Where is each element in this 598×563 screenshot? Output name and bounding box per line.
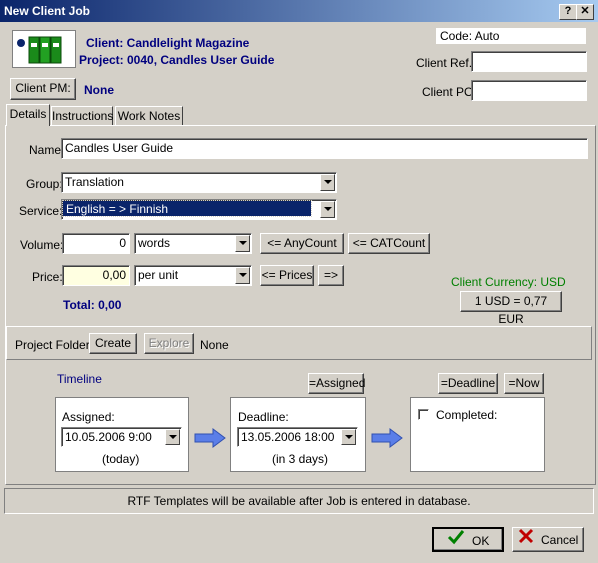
- window-title: New Client Job: [4, 4, 91, 18]
- price-unit-select[interactable]: per unit: [134, 265, 252, 286]
- arrow-right-icon: [193, 427, 227, 449]
- total-amount: Total: 0,00: [63, 298, 122, 312]
- client-name: Client: Candlelight Magazine: [86, 36, 250, 50]
- tab-details[interactable]: Details: [6, 104, 50, 126]
- job-code: Code: Auto: [436, 28, 586, 44]
- exchange-rate-button[interactable]: 1 USD = 0,77 EUR: [460, 291, 562, 326]
- arrow-right-icon: [370, 427, 404, 449]
- group-select[interactable]: Translation: [61, 172, 337, 193]
- set-assigned-button[interactable]: =Assigned: [308, 373, 365, 394]
- chevron-down-icon[interactable]: [320, 174, 335, 191]
- timeline-title: Timeline: [57, 372, 102, 386]
- client-ref-input[interactable]: [471, 51, 587, 72]
- client-ref-label: Client Ref.:: [416, 56, 476, 70]
- ok-button[interactable]: OK: [432, 527, 504, 552]
- apply-price-button[interactable]: =>: [318, 265, 344, 286]
- name-label: Name:: [29, 143, 65, 157]
- client-pm-button[interactable]: Client PM:: [10, 78, 76, 100]
- completed-checkbox[interactable]: [418, 409, 429, 420]
- assigned-note: (today): [102, 452, 140, 466]
- project-folder-label: Project Folder:: [15, 338, 94, 352]
- chevron-down-icon[interactable]: [165, 429, 180, 445]
- set-now-button[interactable]: =Now: [504, 373, 544, 394]
- chevron-down-icon[interactable]: [235, 267, 250, 284]
- group-value: Translation: [65, 175, 124, 189]
- group-label: Group:: [26, 177, 63, 191]
- name-input[interactable]: Candles User Guide: [61, 138, 588, 159]
- tab-instructions[interactable]: Instructions: [51, 106, 113, 126]
- volume-input[interactable]: 0: [62, 233, 130, 254]
- ok-label: OK: [472, 533, 490, 548]
- chevron-down-icon[interactable]: [320, 201, 335, 218]
- deadline-date-picker[interactable]: 13.05.2006 18:00: [237, 427, 358, 447]
- assigned-label: Assigned:: [62, 410, 115, 424]
- price-label: Price:: [32, 270, 63, 284]
- create-folder-button[interactable]: Create: [89, 333, 137, 354]
- rtf-note: RTF Templates will be available after Jo…: [127, 494, 471, 508]
- service-select[interactable]: English = > Finnish: [61, 199, 337, 220]
- cancel-label: Cancel: [540, 532, 579, 547]
- help-button[interactable]: ?: [559, 4, 577, 20]
- chevron-down-icon[interactable]: [235, 235, 250, 252]
- client-pm-value: None: [84, 83, 114, 97]
- volume-unit-value: words: [138, 236, 171, 250]
- anycount-button[interactable]: <= AnyCount: [260, 233, 344, 254]
- catcount-button[interactable]: <= CATCount: [348, 233, 430, 254]
- project-name: Project: 0040, Candles User Guide: [79, 53, 275, 67]
- price-unit-value: per unit: [138, 268, 179, 282]
- chevron-down-icon[interactable]: [341, 429, 356, 445]
- client-currency: Client Currency: USD: [451, 275, 566, 289]
- price-input[interactable]: 0,00: [62, 265, 130, 286]
- volume-unit-select[interactable]: words: [134, 233, 252, 254]
- title-bar: New Client Job ? ✕: [0, 0, 598, 22]
- client-po-label: Client PO:: [422, 85, 477, 99]
- folders-icon: [12, 30, 76, 68]
- service-label: Service:: [19, 204, 63, 218]
- explore-folder-button[interactable]: Explore: [144, 333, 194, 354]
- service-value: English = > Finnish: [62, 200, 312, 217]
- deadline-label: Deadline:: [238, 410, 289, 424]
- deadline-date-value: 13.05.2006 18:00: [241, 430, 335, 444]
- deadline-note: (in 3 days): [272, 452, 329, 466]
- prices-button[interactable]: <= Prices: [260, 265, 314, 286]
- project-folder-value: None: [200, 338, 229, 352]
- client-po-input[interactable]: [471, 80, 587, 101]
- assigned-date-picker[interactable]: 10.05.2006 9:00: [61, 427, 182, 447]
- cancel-button[interactable]: Cancel: [512, 527, 584, 552]
- close-button[interactable]: ✕: [576, 4, 594, 20]
- volume-label: Volume:: [20, 238, 64, 252]
- assigned-date-value: 10.05.2006 9:00: [65, 430, 152, 444]
- completed-label: Completed:: [436, 408, 498, 422]
- checkmark-icon: [447, 529, 465, 553]
- cancel-x-icon: [518, 528, 534, 552]
- tab-work-notes[interactable]: Work Notes: [115, 106, 183, 126]
- set-deadline-button[interactable]: =Deadline: [438, 373, 498, 394]
